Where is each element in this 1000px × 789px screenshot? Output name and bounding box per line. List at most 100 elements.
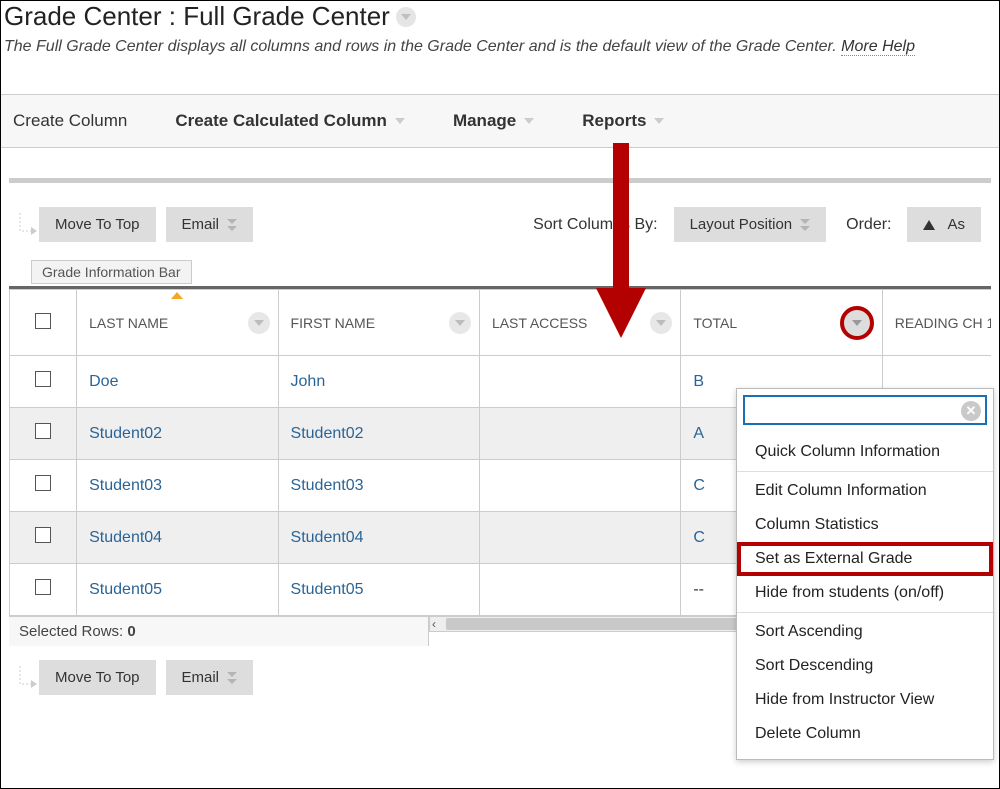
ascending-label: As <box>947 216 965 233</box>
select-all-checkbox[interactable] <box>35 313 51 329</box>
move-to-top-button[interactable]: Move To Top <box>39 660 156 695</box>
sort-columns-by-label: Sort Columns By: <box>533 216 657 234</box>
cell-last-access[interactable] <box>479 512 680 564</box>
cell-last-access[interactable] <box>479 356 680 408</box>
cell-last-access[interactable] <box>479 564 680 616</box>
move-to-top-button[interactable]: Move To Top <box>39 207 156 242</box>
selected-rows-count: 0 <box>127 623 135 640</box>
column-menu-button[interactable] <box>248 312 270 334</box>
row-checkbox[interactable] <box>35 475 51 491</box>
email-label: Email <box>182 669 220 686</box>
email-button[interactable]: Email <box>166 660 254 695</box>
sort-indicator-icon <box>171 292 183 299</box>
menu-column-statistics[interactable]: Column Statistics <box>737 508 993 542</box>
student-last-name[interactable]: Student02 <box>89 425 162 442</box>
reports-button[interactable]: Reports <box>582 111 664 131</box>
student-first-name[interactable]: Student05 <box>291 581 364 598</box>
layout-position-label: Layout Position <box>690 216 793 233</box>
create-calculated-column-button[interactable]: Create Calculated Column <box>175 111 405 131</box>
chevron-down-icon <box>254 318 264 328</box>
reports-label: Reports <box>582 111 646 131</box>
column-first-name-label: FIRST NAME <box>291 315 376 331</box>
page-title-menu-button[interactable] <box>396 7 416 27</box>
row-checkbox[interactable] <box>35 371 51 387</box>
column-last-name[interactable]: LAST NAME <box>77 290 278 356</box>
row-checkbox[interactable] <box>35 423 51 439</box>
email-label: Email <box>182 216 220 233</box>
context-menu-search[interactable]: ✕ <box>743 395 987 425</box>
cell-total[interactable]: A <box>693 425 704 442</box>
column-last-name-label: LAST NAME <box>89 315 168 331</box>
student-first-name[interactable]: Student03 <box>291 477 364 494</box>
column-last-access-label: LAST ACCESS <box>492 315 587 331</box>
menu-quick-column-info[interactable]: Quick Column Information <box>737 435 993 469</box>
page-description: The Full Grade Center displays all colum… <box>4 38 991 56</box>
email-button[interactable]: Email <box>166 207 254 242</box>
student-last-name[interactable]: Student03 <box>89 477 162 494</box>
menu-edit-column-info[interactable]: Edit Column Information <box>737 474 993 508</box>
student-first-name[interactable]: Student04 <box>291 529 364 546</box>
chevron-down-icon <box>455 318 465 328</box>
menu-sort-ascending[interactable]: Sort Ascending <box>737 615 993 649</box>
menu-hide-from-students[interactable]: Hide from students (on/off) <box>737 576 993 610</box>
close-icon[interactable]: ✕ <box>961 401 981 421</box>
double-chevron-down-icon <box>227 218 237 232</box>
selected-rows-bar: Selected Rows: 0 <box>9 616 429 646</box>
menu-separator <box>737 471 993 472</box>
column-last-access[interactable]: LAST ACCESS <box>479 290 680 356</box>
scrollbar-thumb[interactable] <box>446 618 746 630</box>
column-total-label: TOTAL <box>693 315 737 331</box>
chevron-down-icon <box>524 116 534 126</box>
row-checkbox[interactable] <box>35 579 51 595</box>
column-menu-button[interactable] <box>449 312 471 334</box>
create-column-button[interactable]: Create Column <box>13 111 127 131</box>
menu-sort-descending[interactable]: Sort Descending <box>737 649 993 683</box>
row-checkbox[interactable] <box>35 527 51 543</box>
action-bar: Create Column Create Calculated Column M… <box>1 94 999 148</box>
manage-label: Manage <box>453 111 516 131</box>
reorder-handle-icon <box>17 211 37 245</box>
create-calculated-column-label: Create Calculated Column <box>175 111 387 131</box>
double-chevron-down-icon <box>800 218 810 232</box>
column-menu-button-highlighted[interactable] <box>840 306 874 340</box>
column-context-menu: ✕ Quick Column Information Edit Column I… <box>736 388 994 760</box>
cell-total[interactable]: C <box>693 477 705 494</box>
column-reading-forum[interactable]: READING CH 1 FORUM <box>882 290 991 356</box>
order-ascending-button[interactable]: As <box>907 207 981 242</box>
menu-set-external-grade[interactable]: Set as External Grade <box>737 542 993 576</box>
cell-last-access[interactable] <box>479 460 680 512</box>
menu-hide-from-instructor[interactable]: Hide from Instructor View <box>737 683 993 717</box>
column-first-name[interactable]: FIRST NAME <box>278 290 479 356</box>
layout-position-button[interactable]: Layout Position <box>674 207 827 242</box>
cell-total[interactable]: C <box>693 529 705 546</box>
chevron-down-icon <box>395 116 405 126</box>
triangle-up-icon <box>923 220 935 230</box>
column-total[interactable]: TOTAL <box>681 290 882 356</box>
scroll-left-icon[interactable]: ‹ <box>432 617 436 631</box>
cell-total[interactable]: B <box>693 373 704 390</box>
chevron-down-icon <box>654 116 664 126</box>
chevron-down-icon <box>401 12 411 22</box>
student-last-name[interactable]: Student05 <box>89 581 162 598</box>
menu-separator <box>737 612 993 613</box>
column-reading-forum-label: READING CH 1 FORUM <box>895 315 991 331</box>
chevron-down-icon <box>656 318 666 328</box>
student-last-name[interactable]: Student04 <box>89 529 162 546</box>
manage-button[interactable]: Manage <box>453 111 534 131</box>
grade-information-bar[interactable]: Grade Information Bar <box>31 260 192 284</box>
selected-rows-label: Selected Rows: <box>19 623 127 640</box>
student-first-name[interactable]: John <box>291 373 326 390</box>
cell-total[interactable]: -- <box>693 581 704 598</box>
student-last-name[interactable]: Doe <box>89 373 118 390</box>
cell-last-access[interactable] <box>479 408 680 460</box>
reorder-handle-icon <box>17 664 37 698</box>
page-title-text: Grade Center : Full Grade Center <box>4 1 390 32</box>
column-menu-button[interactable] <box>650 312 672 334</box>
more-help-link[interactable]: More Help <box>841 38 915 56</box>
order-label: Order: <box>846 216 891 234</box>
menu-delete-column[interactable]: Delete Column <box>737 717 993 751</box>
page-title: Grade Center : Full Grade Center <box>4 1 991 32</box>
student-first-name[interactable]: Student02 <box>291 425 364 442</box>
create-column-label: Create Column <box>13 111 127 131</box>
move-to-top-label: Move To Top <box>55 669 140 686</box>
